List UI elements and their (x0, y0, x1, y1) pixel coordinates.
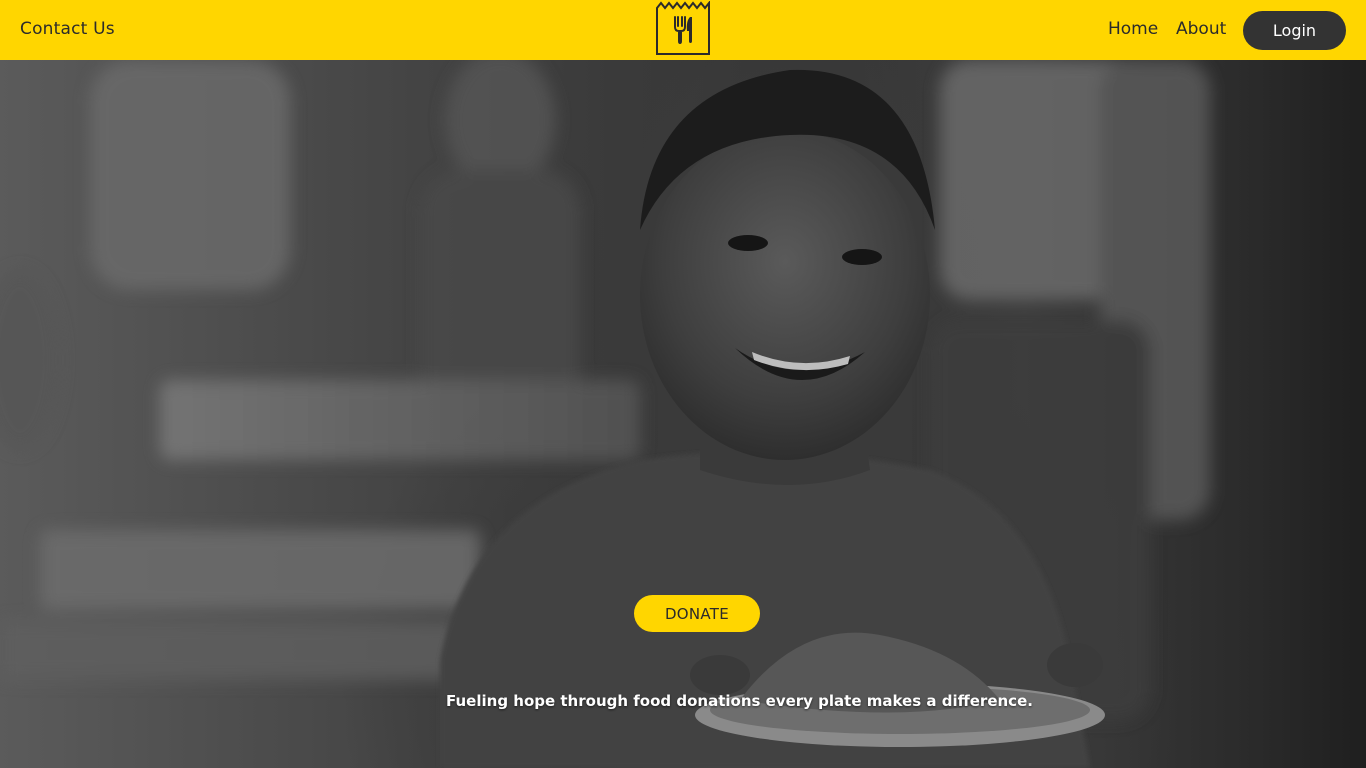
donate-button[interactable]: DONATE (634, 595, 760, 632)
hero-tagline: Fueling hope through food donations ever… (446, 692, 1033, 710)
fork-knife-bag-icon[interactable] (656, 1, 710, 55)
top-navbar: Contact Us Home About Login (0, 0, 1366, 60)
home-link[interactable]: Home (1108, 19, 1158, 39)
contact-us-link[interactable]: Contact Us (20, 19, 115, 39)
about-link[interactable]: About (1176, 19, 1226, 39)
login-button[interactable]: Login (1243, 11, 1346, 50)
hero-section: DONATE Fueling hope through food donatio… (0, 60, 1366, 768)
hero-photo (0, 60, 1210, 768)
